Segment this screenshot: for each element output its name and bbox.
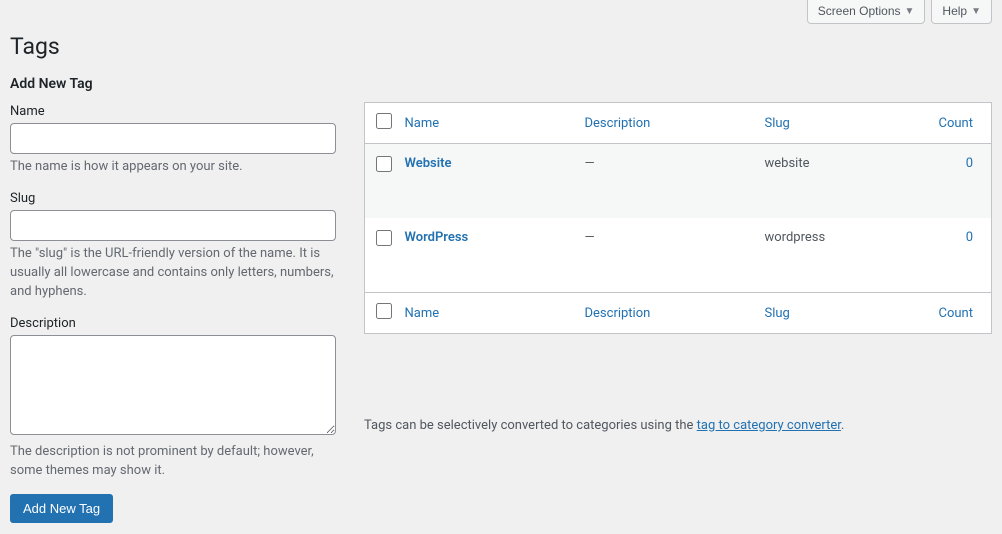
- table-row: Website — website 0: [365, 144, 992, 219]
- col-header-count[interactable]: Count: [939, 116, 973, 131]
- tag-description: —: [575, 144, 755, 219]
- page-title: Tags: [10, 24, 992, 64]
- screen-options-button[interactable]: Screen Options ▼: [807, 0, 926, 24]
- tag-count-link[interactable]: 0: [966, 230, 973, 245]
- description-label: Description: [10, 316, 336, 331]
- screen-options-label: Screen Options: [818, 4, 901, 18]
- name-label: Name: [10, 104, 336, 119]
- add-tag-form: Add New Tag Name The name is how it appe…: [10, 76, 336, 523]
- table-row: WordPress — wordpress 0: [365, 218, 992, 293]
- tag-to-category-link[interactable]: tag to category converter: [697, 418, 841, 433]
- tag-slug: wordpress: [755, 218, 922, 293]
- tag-count-link[interactable]: 0: [966, 156, 973, 171]
- chevron-down-icon: ▼: [971, 6, 981, 17]
- footer-suffix: .: [841, 418, 844, 433]
- tag-name-link[interactable]: Website: [405, 156, 452, 171]
- slug-input[interactable]: [10, 210, 336, 241]
- row-checkbox[interactable]: [376, 230, 392, 246]
- col-header-slug[interactable]: Slug: [765, 116, 790, 131]
- add-new-tag-button[interactable]: Add New Tag: [10, 494, 113, 523]
- col-header-name[interactable]: Name: [405, 116, 440, 131]
- col-header-description[interactable]: Description: [585, 116, 651, 131]
- col-footer-description[interactable]: Description: [585, 306, 651, 321]
- form-heading: Add New Tag: [10, 76, 336, 92]
- slug-label: Slug: [10, 191, 336, 206]
- col-footer-slug[interactable]: Slug: [765, 306, 790, 321]
- name-helper: The name is how it appears on your site.: [10, 158, 336, 177]
- footer-prefix: Tags can be selectively converted to cat…: [364, 418, 697, 433]
- name-input[interactable]: [10, 123, 336, 154]
- select-all-bottom-checkbox[interactable]: [376, 303, 392, 319]
- description-helper: The description is not prominent by defa…: [10, 443, 336, 481]
- description-textarea[interactable]: [10, 335, 336, 435]
- help-label: Help: [942, 4, 967, 18]
- slug-helper: The "slug" is the URL-friendly version o…: [10, 245, 336, 302]
- row-checkbox[interactable]: [376, 156, 392, 172]
- footer-note: Tags can be selectively converted to cat…: [364, 418, 992, 433]
- col-footer-name[interactable]: Name: [405, 306, 440, 321]
- tag-description: —: [575, 218, 755, 293]
- select-all-top-checkbox[interactable]: [376, 113, 392, 129]
- tag-slug: website: [755, 144, 922, 219]
- help-button[interactable]: Help ▼: [931, 0, 992, 24]
- tag-name-link[interactable]: WordPress: [405, 230, 469, 245]
- chevron-down-icon: ▼: [905, 6, 915, 17]
- tags-table: Name Description Slug Count Website — we…: [364, 102, 992, 334]
- col-footer-count[interactable]: Count: [939, 306, 973, 321]
